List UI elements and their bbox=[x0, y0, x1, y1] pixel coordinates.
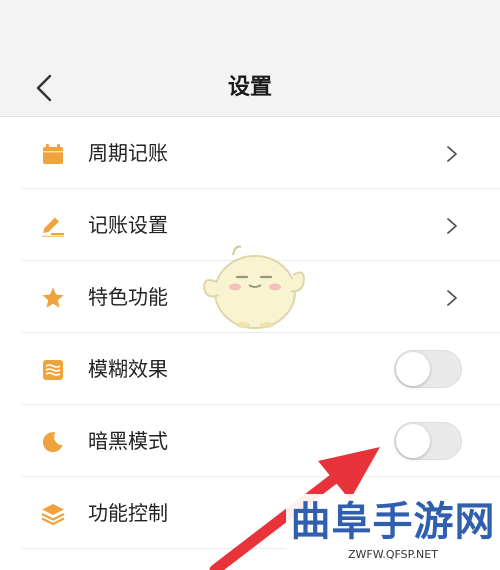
settings-item-label: 功能控制 bbox=[88, 501, 168, 525]
calendar-icon bbox=[40, 141, 66, 167]
toggle-knob bbox=[396, 424, 430, 458]
settings-list: 周期记账 记账设置 特色功能 模糊效果 暗黑模式 功能控制 bbox=[0, 117, 500, 549]
watermark: 曲阜手游网 ZWFW.QFSP.NET bbox=[286, 494, 500, 570]
settings-item-label: 特色功能 bbox=[88, 285, 168, 309]
mascot-illustration bbox=[203, 245, 305, 329]
title-bar: 设置 bbox=[0, 0, 500, 117]
watermark-url: ZWFW.QFSP.NET bbox=[348, 548, 438, 561]
blur-effect-toggle[interactable] bbox=[394, 350, 462, 388]
moon-icon bbox=[40, 429, 66, 455]
settings-item-label: 暗黑模式 bbox=[88, 429, 168, 453]
chevron-right-icon bbox=[447, 146, 457, 162]
page-title: 设置 bbox=[227, 75, 272, 100]
settings-item-dark-mode: 暗黑模式 bbox=[22, 405, 500, 477]
settings-item-label: 模糊效果 bbox=[88, 357, 168, 381]
layers-icon bbox=[40, 501, 66, 527]
settings-item-label: 记账设置 bbox=[88, 213, 168, 237]
settings-item-label: 周期记账 bbox=[88, 141, 168, 165]
blur-icon bbox=[40, 357, 66, 383]
star-icon bbox=[40, 285, 66, 311]
settings-item-periodic-bookkeeping[interactable]: 周期记账 bbox=[22, 117, 500, 189]
toggle-knob bbox=[396, 352, 430, 386]
watermark-title: 曲阜手游网 bbox=[290, 498, 496, 545]
chevron-right-icon bbox=[447, 218, 457, 234]
pen-icon bbox=[40, 213, 66, 239]
chevron-right-icon bbox=[447, 290, 457, 306]
dark-mode-toggle[interactable] bbox=[394, 422, 462, 460]
settings-item-blur-effect: 模糊效果 bbox=[22, 333, 500, 405]
